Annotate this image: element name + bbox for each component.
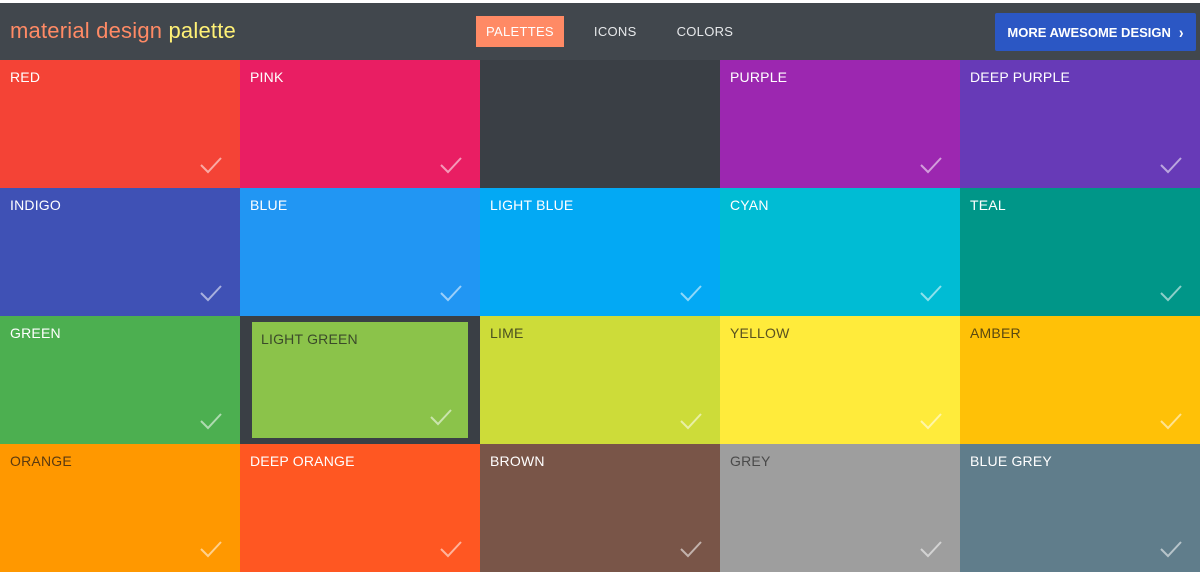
palette-tile-light-green[interactable]: LIGHT GREEN — [240, 316, 480, 444]
check-icon — [1160, 156, 1182, 174]
palette-tile-light-blue[interactable]: LIGHT BLUE — [480, 188, 720, 316]
palette-tile-teal[interactable]: TEAL — [960, 188, 1200, 316]
palette-label: PURPLE — [730, 69, 788, 85]
palette-label: DEEP PURPLE — [970, 69, 1070, 85]
palette-label: LIME — [490, 325, 524, 341]
palette-label: DEEP ORANGE — [250, 453, 355, 469]
check-icon — [920, 284, 942, 302]
check-icon — [1160, 284, 1182, 302]
palette-tile-red[interactable]: RED — [0, 60, 240, 188]
palette-label: PINK — [250, 69, 284, 85]
palette-tile-orange[interactable]: ORANGE — [0, 444, 240, 572]
brand-text-secondary: palette — [168, 18, 236, 43]
palette-label: LIGHT GREEN — [261, 331, 358, 347]
palette-tile-deep-purple[interactable]: DEEP PURPLE — [960, 60, 1200, 188]
check-icon — [680, 412, 702, 430]
more-awesome-design-button[interactable]: MORE AWESOME DESIGN › — [995, 13, 1196, 51]
palette-tile-blue-grey[interactable]: BLUE GREY — [960, 444, 1200, 572]
check-icon — [920, 540, 942, 558]
palette-tile-green[interactable]: GREEN — [0, 316, 240, 444]
palette-label: BLUE GREY — [970, 453, 1052, 469]
check-icon — [430, 408, 452, 426]
palette-label: BLUE — [250, 197, 288, 213]
palette-label: ORANGE — [10, 453, 72, 469]
palette-label: GREY — [730, 453, 771, 469]
palette-label: GREEN — [10, 325, 61, 341]
nav-item-palettes[interactable]: PALETTES — [476, 16, 564, 47]
check-icon — [200, 540, 222, 558]
palette-label: TEAL — [970, 197, 1006, 213]
check-icon — [1160, 412, 1182, 430]
palette-grid: RED PINK PURPLE DEEP PURPLE INDIGO BLUE LIGHT … — [0, 60, 1200, 572]
palette-tile-pink[interactable]: PINK — [240, 60, 480, 188]
palette-tile-inner[interactable]: LIGHT GREEN — [252, 322, 468, 438]
palette-label: LIGHT BLUE — [490, 197, 574, 213]
palette-tile-indigo[interactable]: INDIGO — [0, 188, 240, 316]
palette-tile-yellow[interactable]: YELLOW — [720, 316, 960, 444]
check-icon — [440, 156, 462, 174]
palette-tile-blue[interactable]: BLUE — [240, 188, 480, 316]
palette-tile-brown[interactable]: BROWN — [480, 444, 720, 572]
main-nav: PALETTES ICONS COLORS — [476, 16, 743, 47]
palette-label: BROWN — [490, 453, 545, 469]
palette-label: INDIGO — [10, 197, 61, 213]
palette-tile-cyan[interactable]: CYAN — [720, 188, 960, 316]
check-icon — [440, 284, 462, 302]
palette-label: RED — [10, 69, 41, 85]
check-icon — [1160, 540, 1182, 558]
check-icon — [680, 540, 702, 558]
cta-label: MORE AWESOME DESIGN — [1007, 24, 1171, 40]
palette-label: AMBER — [970, 325, 1021, 341]
palette-tile-empty[interactable] — [480, 60, 720, 188]
palette-tile-lime[interactable]: LIME — [480, 316, 720, 444]
palette-label: YELLOW — [730, 325, 790, 341]
top-bar: material design palette PALETTES ICONS C… — [0, 0, 1200, 60]
check-icon — [920, 156, 942, 174]
brand-text-primary: material design — [10, 18, 163, 43]
check-icon — [680, 284, 702, 302]
nav-item-colors[interactable]: COLORS — [667, 16, 744, 47]
palette-tile-deep-orange[interactable]: DEEP ORANGE — [240, 444, 480, 572]
check-icon — [200, 412, 222, 430]
check-icon — [200, 156, 222, 174]
chevron-right-icon: › — [1178, 22, 1184, 42]
palette-tile-purple[interactable]: PURPLE — [720, 60, 960, 188]
check-icon — [920, 412, 942, 430]
nav-item-icons[interactable]: ICONS — [584, 16, 647, 47]
palette-tile-grey[interactable]: GREY — [720, 444, 960, 572]
palette-label: CYAN — [730, 197, 769, 213]
check-icon — [200, 284, 222, 302]
palette-tile-amber[interactable]: AMBER — [960, 316, 1200, 444]
brand-logo[interactable]: material design palette — [10, 18, 236, 44]
check-icon — [440, 540, 462, 558]
